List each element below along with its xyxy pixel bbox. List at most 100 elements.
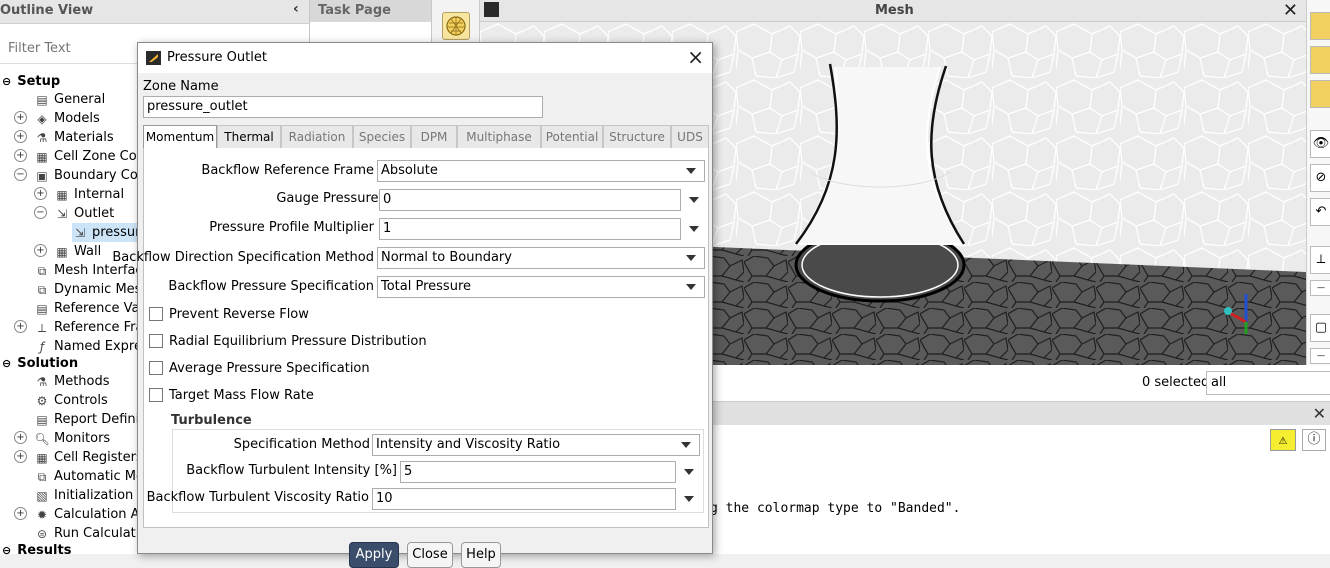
ribbon-sphere-icon[interactable] <box>442 12 470 40</box>
tab-multiphase[interactable]: Multiphase <box>457 125 541 149</box>
tree-item-methods[interactable]: ⚗ Methods <box>34 372 110 391</box>
tree-item-materials[interactable]: ⚗ Materials <box>34 128 114 147</box>
prevent-reverse-flow-checkbox[interactable] <box>149 307 163 321</box>
collapse-boundary-icon[interactable]: − <box>14 168 27 181</box>
turb-visc-input[interactable]: 10 <box>372 488 676 510</box>
turb-intensity-options-icon[interactable] <box>684 469 694 475</box>
tree-item-reference-values[interactable]: ▤ Reference Val <box>34 299 143 318</box>
tree-item-internal[interactable]: ▦ Internal <box>54 185 124 204</box>
target-mass-flow-checkbox[interactable] <box>149 388 163 402</box>
axes-icon[interactable]: ⟂ <box>1310 246 1330 274</box>
tab-thermal[interactable]: Thermal <box>217 125 281 149</box>
collapse-outlet-icon[interactable]: − <box>34 206 47 219</box>
tree-item-controls[interactable]: ⚙ Controls <box>34 391 108 410</box>
apply-button[interactable]: Apply <box>349 542 399 568</box>
tree-item-dynamic-mesh[interactable]: ⧉ Dynamic Mesh <box>34 280 150 299</box>
tree-item-automatic-mesh[interactable]: ⧉ Automatic Me <box>34 467 144 486</box>
wall-icon: ▦ <box>56 244 68 259</box>
tree-setup[interactable]: ⊖ Setup <box>2 72 60 91</box>
backflow-ref-frame-dropdown[interactable]: Absolute <box>377 160 705 182</box>
tab-radiation[interactable]: Radiation <box>281 125 353 149</box>
rotate-icon[interactable]: ↶ <box>1310 198 1330 226</box>
expand-calculation-activities-icon[interactable]: + <box>14 507 27 520</box>
zone-name-input[interactable]: pressure_outlet <box>143 96 543 118</box>
expand-materials-icon[interactable]: + <box>14 130 27 143</box>
tree-item-initialization[interactable]: ▧ Initialization <box>34 486 133 505</box>
tab-uds[interactable]: UDS <box>671 125 709 149</box>
tree-item-calculation-activities[interactable]: ✹ Calculation Act <box>34 505 152 524</box>
tree-item-cell-registers[interactable]: ▦ Cell Registers <box>34 448 142 467</box>
expand-reference-frames-icon[interactable]: + <box>14 320 27 333</box>
tree-item-wall[interactable]: ▦ Wall <box>54 242 101 261</box>
tree-results[interactable]: ⊖ Results <box>2 541 71 560</box>
expand-cell-registers-icon[interactable]: + <box>14 450 27 463</box>
collapse-left-icon[interactable]: ‹ <box>293 1 299 17</box>
dialog-tabs: Momentum Thermal Radiation Species DPM M… <box>143 125 709 150</box>
profile-multiplier-options-icon[interactable] <box>689 226 699 232</box>
close-dialog-icon[interactable]: × <box>687 45 704 69</box>
tab-momentum[interactable]: Momentum <box>143 125 217 150</box>
frame-icon[interactable]: ▢ <box>1310 314 1330 342</box>
info-icon[interactable]: ⓘ <box>1302 429 1326 451</box>
turb-intensity-label: Backflow Turbulent Intensity [%] <box>186 463 397 478</box>
turb-visc-options-icon[interactable] <box>684 496 694 502</box>
tree-item-models[interactable]: ◈ Models <box>34 109 99 128</box>
tree-item-general[interactable]: ▤ General <box>34 90 105 109</box>
backflow-direction-dropdown[interactable]: Normal to Boundary <box>377 247 705 269</box>
task-page-title: Task Page <box>310 0 431 22</box>
reference-values-icon: ▤ <box>36 301 48 316</box>
outline-view-header: Outline View ‹ <box>0 0 309 24</box>
gauge-pressure-input[interactable]: 0 <box>379 189 681 211</box>
tree-item-boundary[interactable]: ▣ Boundary Con <box>34 166 146 185</box>
tree-item-reference-frames[interactable]: ⟂ Reference Fra <box>34 318 143 337</box>
close-mesh-icon[interactable]: ✕ <box>1283 0 1298 21</box>
console-panel[interactable]: ⚠ ⓘ g the colormap type to "Banded". <box>710 425 1330 554</box>
tree-item-cell-zone[interactable]: ▦ Cell Zone Con <box>34 147 145 166</box>
eye-hide-icon[interactable]: ⊘ <box>1310 164 1330 192</box>
tab-potential[interactable]: Potential <box>541 125 603 149</box>
profile-multiplier-input[interactable]: 1 <box>379 218 681 240</box>
gauge-pressure-options-icon[interactable] <box>689 197 699 203</box>
average-pressure-checkbox[interactable] <box>149 361 163 375</box>
backflow-pressure-dropdown[interactable]: Total Pressure <box>377 276 705 298</box>
help-button[interactable]: Help <box>461 542 501 568</box>
tab-dpm[interactable]: DPM <box>411 125 457 149</box>
target-mass-flow-label: Target Mass Flow Rate <box>169 388 314 403</box>
tree-item-outlet[interactable]: ⇲ Outlet <box>54 204 114 223</box>
selected-count: 0 selected <box>1142 375 1210 390</box>
view-toolbar-icon-1[interactable] <box>1310 12 1330 40</box>
dynamic-mesh-icon: ⧉ <box>37 282 47 297</box>
gear-icon: ✹ <box>36 507 48 522</box>
expand-monitors-icon[interactable]: + <box>14 431 27 444</box>
turb-intensity-input[interactable]: 5 <box>400 461 676 483</box>
radial-equilibrium-checkbox[interactable] <box>149 334 163 348</box>
profile-multiplier-label: Pressure Profile Multiplier <box>209 220 374 235</box>
expand-cell-zone-icon[interactable]: + <box>14 149 27 162</box>
view-toolbar-icon-3[interactable] <box>1310 80 1330 108</box>
tab-species[interactable]: Species <box>353 125 411 149</box>
view-toolbar-icon-2[interactable] <box>1310 46 1330 74</box>
close-console-icon[interactable]: ✕ <box>1313 404 1326 423</box>
toolbar-chevron-icon[interactable]: — <box>1310 280 1330 296</box>
expand-wall-icon[interactable]: + <box>34 244 47 257</box>
close-button[interactable]: Close <box>407 542 453 568</box>
monitor-search-icon: 🔍︎ <box>34 431 50 446</box>
app-logo-icon <box>146 51 161 65</box>
eye-icon[interactable]: 👁︎ <box>1310 130 1330 158</box>
tree-item-report-definitions[interactable]: ▤ Report Definit <box>34 410 144 429</box>
tree-item-monitors[interactable]: 🔍︎ Monitors <box>34 429 110 448</box>
toolbar-chevron-icon-2[interactable]: — <box>1310 348 1330 364</box>
warning-icon[interactable]: ⚠ <box>1270 429 1296 451</box>
selection-filter-dropdown[interactable]: all <box>1206 371 1330 395</box>
expand-internal-icon[interactable]: + <box>34 187 47 200</box>
console-header: ✕ <box>710 401 1330 425</box>
tree-item-pressure-outlet[interactable]: ⇲ pressur <box>72 223 140 242</box>
expand-models-icon[interactable]: + <box>14 111 27 124</box>
initialization-icon: ▧ <box>36 488 48 503</box>
controls-icon: ⚙ <box>36 393 48 408</box>
spec-method-dropdown[interactable]: Intensity and Viscosity Ratio <box>372 434 700 456</box>
tab-structure[interactable]: Structure <box>603 125 671 149</box>
pressure-outlet-dialog: Pressure Outlet × Zone Name pressure_out… <box>112 42 713 568</box>
boundary-zone-icon: ⇲ <box>74 225 86 240</box>
tree-solution[interactable]: ⊖ Solution <box>2 354 78 373</box>
